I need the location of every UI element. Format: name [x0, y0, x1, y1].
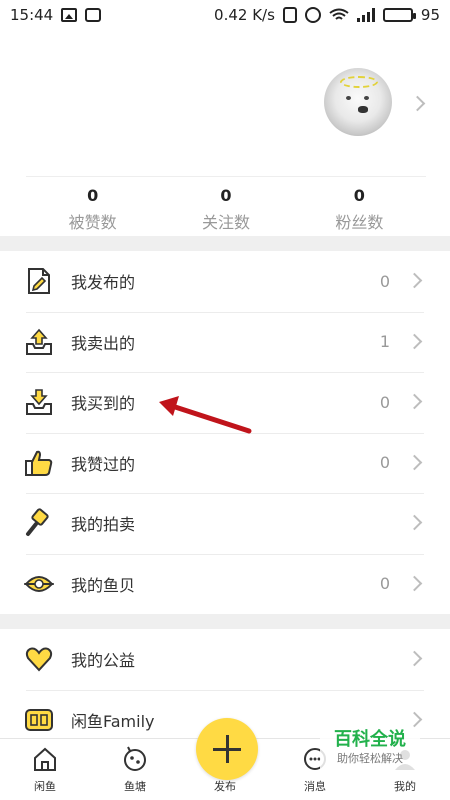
watermark-title: 百科全说 [334, 729, 406, 750]
menu-item-shells[interactable]: 我的鱼贝 0 [0, 553, 450, 615]
watermark: 百科全说 助你轻松解决 [320, 728, 420, 774]
menu-item-count: 0 [379, 392, 390, 412]
stat-label: 被赞数 [68, 213, 117, 232]
tab-label: 发布 [214, 780, 236, 793]
stat-value: 0 [87, 186, 99, 205]
pond-icon [124, 746, 146, 771]
menu-item-count: 1 [379, 332, 390, 352]
profile-header[interactable] [0, 30, 450, 175]
section-divider [0, 614, 450, 629]
annotation-arrow-icon [159, 396, 252, 434]
tab-label: 消息 [304, 780, 326, 793]
box-download-icon [26, 389, 52, 416]
menu-item-published[interactable]: 我发布的 0 [0, 251, 450, 312]
shell-pearl-icon [24, 575, 54, 592]
menu-item-label: 闲鱼Family [71, 711, 155, 731]
tab-label: 我的 [394, 780, 416, 793]
menu-item-label: 我卖出的 [71, 333, 136, 353]
status-time: 15:44 [10, 6, 54, 24]
chevron-right-icon [409, 95, 426, 112]
stat-value: 0 [220, 186, 232, 205]
signal-icon [356, 8, 375, 22]
stat-value: 0 [353, 186, 365, 205]
stat-label: 关注数 [201, 213, 250, 232]
menu-item-auction[interactable]: 我的拍卖 [0, 493, 450, 554]
menu-item-count: 0 [379, 574, 390, 594]
thumbs-up-icon [25, 450, 53, 476]
publish-button[interactable] [196, 718, 258, 780]
alarm-icon [304, 7, 321, 23]
chevron-right-icon [406, 650, 423, 667]
menu-item-count: 0 [379, 453, 390, 473]
chevron-right-icon [406, 575, 423, 591]
menu-item-label: 我的鱼贝 [71, 575, 136, 595]
section-divider [0, 236, 450, 251]
chevron-right-icon [406, 272, 423, 289]
menu-item-count: 0 [379, 271, 390, 291]
menu-item-label: 我赞过的 [71, 454, 136, 474]
menu-item-label: 我买到的 [71, 394, 136, 414]
stats-row: 0 被赞数 0 关注数 0 粉丝数 [26, 176, 426, 232]
menu-item-sold[interactable]: 我卖出的 1 [0, 311, 450, 373]
family-badge-icon [25, 708, 53, 731]
stat-likes[interactable]: 0 被赞数 [26, 177, 159, 233]
menu-item-charity[interactable]: 我的公益 [0, 629, 450, 690]
stat-label: 粉丝数 [335, 213, 384, 232]
chevron-right-icon [406, 711, 423, 727]
tab-pond[interactable]: 鱼塘 [90, 739, 180, 800]
chevron-right-icon [406, 454, 423, 470]
battery-icon [382, 8, 416, 22]
vibrate-icon [282, 7, 297, 23]
wifi-icon [329, 8, 349, 20]
status-bar: 15:44 0.42 K/s 95 [0, 0, 450, 30]
home-icon [34, 747, 56, 771]
menu-item-liked[interactable]: 我赞过的 0 [0, 432, 450, 494]
tab-label: 鱼塘 [124, 780, 146, 793]
avatar[interactable] [324, 68, 392, 136]
stat-following[interactable]: 0 关注数 [159, 177, 292, 233]
box-upload-icon [26, 328, 52, 355]
network-speed: 0.42 K/s [214, 6, 275, 24]
heart-icon [25, 647, 53, 672]
menu-item-label: 我发布的 [71, 273, 136, 293]
gavel-icon [26, 508, 49, 537]
watermark-subtitle: 助你轻松解决 [337, 752, 403, 765]
chevron-right-icon [406, 393, 423, 410]
document-edit-icon [28, 268, 50, 295]
chevron-right-icon [406, 333, 423, 349]
tab-home[interactable]: 闲鱼 [0, 739, 90, 800]
menu-item-label: 我的公益 [71, 651, 136, 671]
chevron-right-icon [406, 514, 423, 531]
stat-followers[interactable]: 0 粉丝数 [293, 177, 426, 233]
menu-item-label: 我的拍卖 [71, 515, 136, 535]
image-notification-icon [61, 8, 78, 22]
tab-label: 闲鱼 [34, 780, 56, 793]
app-notification-icon [85, 8, 102, 22]
battery-level: 95 [420, 6, 440, 24]
